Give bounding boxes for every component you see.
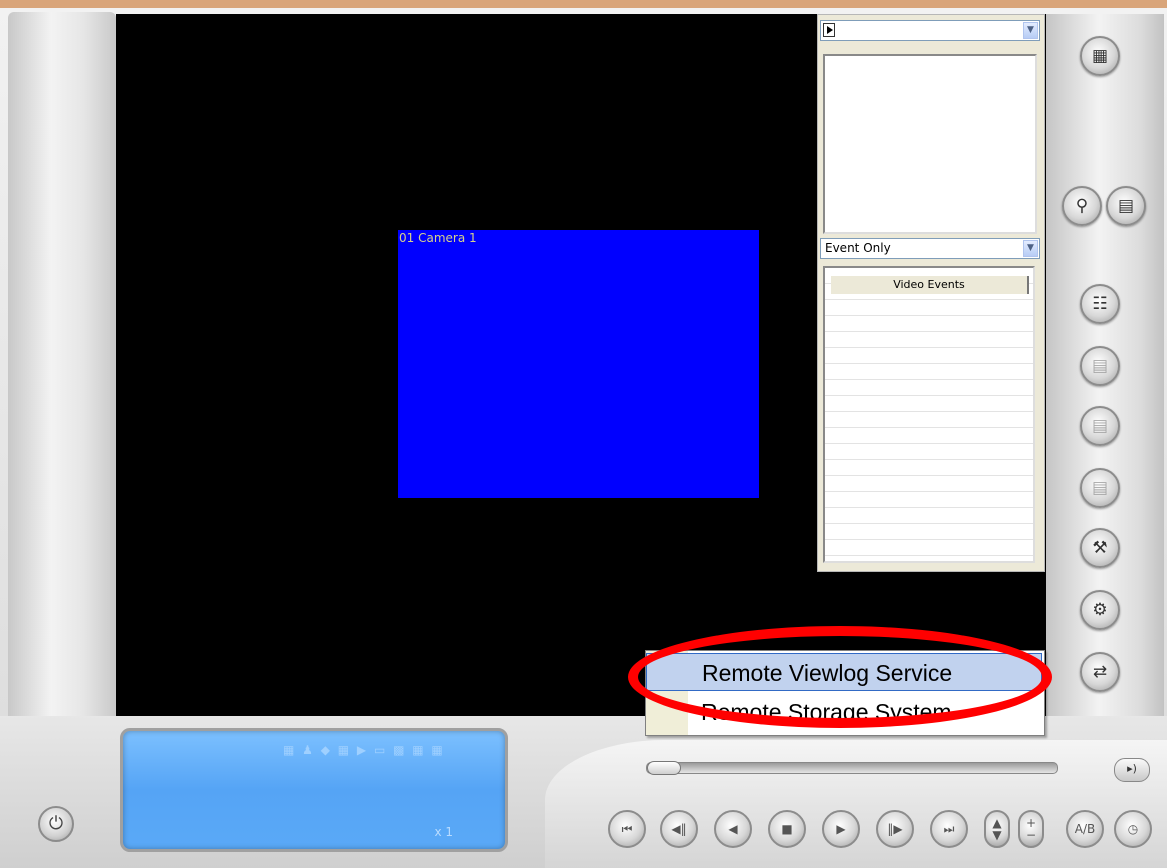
video-events-header[interactable]: Video Events xyxy=(831,276,1029,294)
rewind-icon[interactable]: ◀ xyxy=(714,810,752,848)
menu-item-remote-viewlog[interactable]: Remote Viewlog Service xyxy=(646,653,1042,691)
skip-start-icon[interactable]: ⏮ xyxy=(608,810,646,848)
print-icon[interactable]: ▤ xyxy=(1080,468,1120,508)
power-button[interactable]: ⏻ xyxy=(38,806,74,842)
slider-thumb[interactable] xyxy=(647,761,681,775)
camera-tile[interactable]: 01 Camera 1 xyxy=(398,230,759,498)
settings-icon[interactable]: ⚙ xyxy=(1080,590,1120,630)
camera-select-combo[interactable]: ▼ xyxy=(820,20,1040,41)
step-back-icon[interactable]: ◀‖ xyxy=(660,810,698,848)
save-icon[interactable]: ▤ xyxy=(1080,406,1120,446)
play-icon[interactable]: ▶ xyxy=(822,810,860,848)
status-icons: ▦ ♟ ◆ ▦ ▶ ▭ ▩ ▦ ▦ xyxy=(283,743,445,757)
step-forward-icon[interactable]: ‖▶ xyxy=(876,810,914,848)
skip-end-icon[interactable]: ⏭ xyxy=(930,810,968,848)
search-icon[interactable]: ⚲ xyxy=(1062,186,1102,226)
network-icon[interactable]: ⇄ xyxy=(1080,652,1120,692)
camera-label: 01 Camera 1 xyxy=(399,231,477,245)
preview-box xyxy=(823,54,1037,234)
layout-icon[interactable]: ▦ xyxy=(1080,36,1120,76)
ab-repeat-icon[interactable]: A/B xyxy=(1066,810,1104,848)
clock-icon[interactable]: ◷ xyxy=(1114,810,1152,848)
playback-speed: x 1 xyxy=(434,825,453,839)
tools-icon[interactable]: ⚒ xyxy=(1080,528,1120,568)
zoom-plusminus-icon[interactable]: + − xyxy=(1018,810,1044,848)
playback-panel xyxy=(545,740,1167,868)
chevron-down-icon[interactable]: ▼ xyxy=(1023,240,1038,257)
event-filter-value: Event Only xyxy=(825,241,891,255)
equalizer-icon[interactable]: ☷ xyxy=(1080,284,1120,324)
save-rw-icon[interactable]: ▤ xyxy=(1080,346,1120,386)
volume-button[interactable]: ▸) xyxy=(1114,758,1150,782)
event-filter-combo[interactable]: Event Only ▼ xyxy=(820,238,1040,259)
chevron-down-icon[interactable]: ▼ xyxy=(1023,22,1038,39)
speed-updown-icon[interactable]: ▲ ▼ xyxy=(984,810,1010,848)
play-icon[interactable] xyxy=(823,23,835,37)
status-display: ▦ ♟ ◆ ▦ ▶ ▭ ▩ ▦ ▦ x 1 xyxy=(120,728,508,852)
playback-slider[interactable] xyxy=(646,761,1058,775)
log-icon[interactable]: ▤ xyxy=(1106,186,1146,226)
stop-icon[interactable]: ■ xyxy=(768,810,806,848)
context-menu: Remote Viewlog Service Remote Storage Sy… xyxy=(645,650,1045,736)
menu-item-remote-storage[interactable]: Remote Storage System xyxy=(646,697,1042,727)
video-events-list[interactable]: Video Events xyxy=(823,266,1035,563)
